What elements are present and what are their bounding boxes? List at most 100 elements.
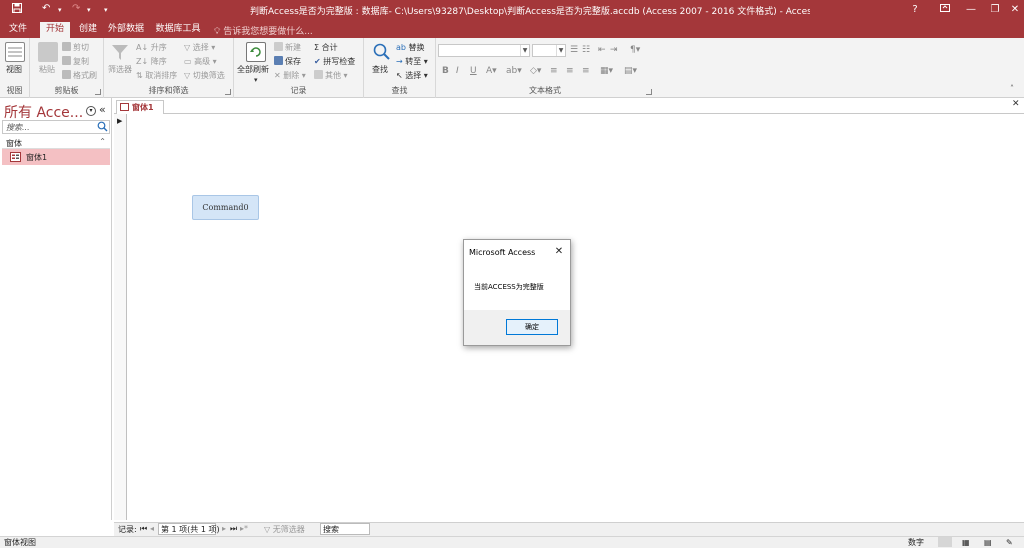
toggle-filter-button[interactable]: ▽ 切换筛选: [184, 70, 225, 81]
layout-view-icon[interactable]: ▤: [984, 538, 992, 547]
numbering-icon[interactable]: ☷: [582, 45, 590, 55]
highlight-icon[interactable]: ab▾: [506, 66, 522, 76]
view-icon[interactable]: [5, 42, 25, 62]
clipboard-launcher-icon[interactable]: [95, 89, 101, 95]
tab-file[interactable]: 文件: [4, 22, 32, 38]
ascending-button[interactable]: A↓ 升序: [136, 42, 167, 53]
nav-search-input[interactable]: 搜索...: [2, 120, 110, 134]
tab-form1[interactable]: 窗体1: [116, 100, 164, 114]
delete-record-button[interactable]: ✕ 删除 ▾: [274, 70, 306, 81]
view-button[interactable]: 视图: [6, 64, 22, 75]
ribbon-display-button[interactable]: [934, 2, 956, 18]
refresh-all-button[interactable]: 全部刷新: [237, 64, 269, 75]
close-document-icon[interactable]: ✕: [1012, 99, 1020, 109]
fill-color-icon[interactable]: ◇▾: [530, 66, 541, 76]
tab-home[interactable]: 开始: [40, 22, 70, 38]
minimize-button[interactable]: —: [960, 2, 982, 18]
font-color-icon[interactable]: A▾: [486, 66, 497, 76]
refresh-dropdown-icon[interactable]: ▾: [254, 76, 258, 84]
copy-button[interactable]: 复制: [62, 56, 89, 67]
bold-button[interactable]: B: [442, 66, 449, 76]
datasheet-view-icon[interactable]: ▦: [962, 538, 970, 547]
refresh-all-icon[interactable]: [246, 42, 266, 62]
form-view-icon[interactable]: [938, 537, 952, 547]
save-icon[interactable]: [12, 3, 22, 16]
dialog-ok-button[interactable]: 确定: [506, 319, 558, 335]
last-record-icon[interactable]: ⏭: [230, 524, 237, 534]
undo-dropdown-icon[interactable]: ▾: [58, 6, 62, 14]
new-blank-record-icon[interactable]: ▸*: [240, 524, 248, 533]
paste-button[interactable]: 粘贴: [39, 64, 55, 75]
magnifier-icon[interactable]: [372, 42, 392, 62]
paragraph-direction-icon[interactable]: ¶▾: [630, 45, 640, 55]
ribbon-display-icon: [940, 4, 950, 12]
gridlines-icon[interactable]: ▦▾: [600, 66, 613, 76]
alt-row-color-icon[interactable]: ▤▾: [624, 66, 637, 76]
selection-button[interactable]: ▽ 选择 ▾: [184, 42, 215, 53]
font-size-dropdown-icon[interactable]: ▼: [556, 45, 565, 56]
nav-item-form1[interactable]: 窗体1: [2, 149, 110, 165]
collapse-ribbon-icon[interactable]: ˄: [1010, 84, 1014, 93]
filter-status[interactable]: ▽ 无筛选器: [264, 524, 305, 535]
first-record-icon[interactable]: ⏮: [140, 524, 147, 534]
align-left-icon[interactable]: ≡: [550, 66, 558, 76]
ltr-icon[interactable]: ⇥: [610, 45, 618, 55]
font-family-dropdown-icon[interactable]: ▼: [520, 45, 529, 56]
funnel-icon[interactable]: [110, 42, 130, 62]
numlock-indicator: 数字: [908, 538, 924, 547]
goto-button[interactable]: → 转至 ▾: [396, 56, 428, 67]
cut-button[interactable]: 剪切: [62, 42, 89, 53]
arrow-right-icon: →: [396, 57, 403, 66]
align-center-icon[interactable]: ≡: [566, 66, 574, 76]
help-button[interactable]: ?: [904, 2, 926, 18]
undo-icon[interactable]: ↶: [42, 3, 50, 14]
format-painter-button[interactable]: 格式刷: [62, 70, 97, 81]
previous-record-icon[interactable]: ◂: [150, 524, 154, 533]
more-button[interactable]: 其他 ▾: [314, 70, 348, 81]
spelling-button[interactable]: ✔ 拼写检查: [314, 56, 355, 67]
design-view-icon[interactable]: ✎: [1006, 538, 1013, 547]
tab-database-tools[interactable]: 数据库工具: [154, 22, 202, 38]
tab-create[interactable]: 创建: [74, 22, 102, 38]
tab-external-data[interactable]: 外部数据: [106, 22, 146, 38]
tell-me-box[interactable]: 💡︎ 告诉我您想要做什么...: [214, 24, 313, 37]
descending-button[interactable]: Z↓ 降序: [136, 56, 167, 67]
remove-sort-button[interactable]: ⇅ 取消排序: [136, 70, 177, 81]
font-size-combo[interactable]: ▼: [532, 44, 566, 57]
font-family-combo[interactable]: ▼: [438, 44, 530, 57]
filter-button[interactable]: 筛选器: [108, 64, 132, 75]
search-icon[interactable]: [97, 121, 108, 135]
save-record-button[interactable]: 保存: [274, 56, 301, 67]
redo-icon[interactable]: ↷: [72, 3, 80, 14]
next-record-icon[interactable]: ▸: [222, 524, 226, 533]
dialog-close-icon[interactable]: ✕: [552, 245, 566, 259]
advanced-button[interactable]: ▭ 高级 ▾: [184, 56, 217, 67]
find-button[interactable]: 查找: [372, 64, 388, 75]
text-format-launcher-icon[interactable]: [646, 89, 652, 95]
nav-menu-icon[interactable]: ▾: [86, 106, 96, 116]
select-button[interactable]: ↖ 选择 ▾: [396, 70, 428, 81]
bullets-icon[interactable]: ☰: [570, 45, 578, 55]
close-button[interactable]: ✕: [1004, 2, 1024, 18]
underline-button[interactable]: U: [470, 66, 477, 76]
current-record-field[interactable]: 第 1 项(共 1 项): [158, 523, 220, 535]
sort-filter-launcher-icon[interactable]: [225, 89, 231, 95]
redo-dropdown-icon[interactable]: ▾: [87, 6, 91, 14]
customize-quick-access-icon[interactable]: ▾: [104, 6, 108, 14]
nav-pane-title[interactable]: 所有 Acce...: [4, 102, 83, 122]
nav-section-header[interactable]: 窗体 ⌃: [2, 136, 110, 149]
totals-button[interactable]: Σ 合计: [314, 42, 338, 53]
restore-button[interactable]: ❐: [984, 2, 1006, 18]
align-right-icon[interactable]: ≡: [582, 66, 590, 76]
collapse-section-icon[interactable]: ⌃: [99, 137, 106, 146]
paste-icon[interactable]: [38, 42, 58, 62]
rtl-icon[interactable]: ⇤: [598, 45, 606, 55]
replace-button[interactable]: ab 替换: [396, 42, 425, 53]
status-view-label: 窗体视图: [4, 538, 36, 547]
shutter-bar-icon[interactable]: «: [99, 103, 106, 116]
record-search-input[interactable]: 搜索: [320, 523, 370, 535]
record-selector[interactable]: ▶: [114, 114, 127, 520]
italic-button[interactable]: I: [456, 66, 459, 76]
new-record-button[interactable]: 新建: [274, 42, 301, 53]
command0-button[interactable]: Command0: [192, 195, 259, 220]
